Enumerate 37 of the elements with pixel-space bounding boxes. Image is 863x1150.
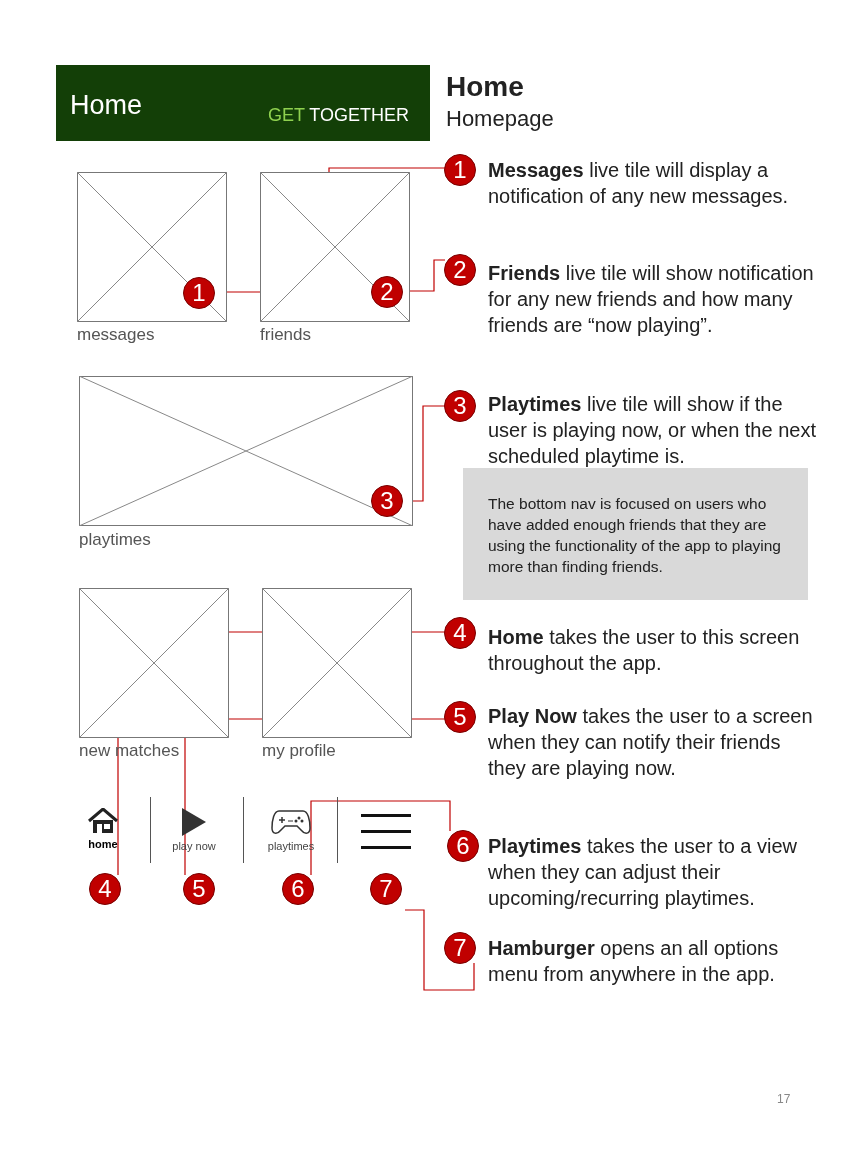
callout-marker: 4 xyxy=(89,873,121,905)
annotation-text: Playtimes live tile will show if the user is playing now, or when the next scheduled playtime is. xyxy=(488,392,817,469)
header-tagline: GET TOGETHER xyxy=(268,104,410,126)
header-title: Home xyxy=(70,89,143,121)
callout-marker: 3 xyxy=(444,390,476,422)
annotation-text: Playtimes takes the user to a view when they can adjust their upcoming/recurring playtimes. xyxy=(488,834,799,911)
menu-icon xyxy=(361,814,411,850)
home-icon xyxy=(88,808,118,834)
gamepad-icon xyxy=(271,808,311,836)
page-number: 17 xyxy=(777,1091,791,1108)
image-placeholder[interactable] xyxy=(79,376,413,526)
callout-marker: 5 xyxy=(183,873,215,905)
tile-label: my profile xyxy=(262,740,336,762)
annotation-text: Friends live tile will show notification for any new friends and how many friends are “now playing”. xyxy=(488,261,815,338)
annotation-text: Play Now takes the user to a screen when they can notify their friends they are playing now. xyxy=(488,704,814,781)
callout-marker: 5 xyxy=(444,701,476,733)
callout-marker: 6 xyxy=(447,830,479,862)
annotation-text: Hamburger opens an all options menu from anywhere in the app. xyxy=(488,936,780,987)
image-placeholder[interactable] xyxy=(79,588,229,738)
image-placeholder[interactable] xyxy=(260,172,410,322)
page-title: Home xyxy=(446,71,524,103)
play-icon xyxy=(181,808,207,836)
annotation-text: Home takes the user to this screen throughout the app. xyxy=(488,625,801,676)
callout-marker: 7 xyxy=(444,932,476,964)
image-placeholder[interactable] xyxy=(262,588,412,738)
callout-marker: 6 xyxy=(282,873,314,905)
annotation-text: Messages live tile will display a notification of any new messages. xyxy=(488,158,790,209)
note-box: The bottom nav is focused on users who have added enough friends that they are using the functionality of the app to playing more than finding friends. xyxy=(463,468,808,600)
tile-label: friends xyxy=(260,324,312,346)
page-subtitle: Homepage xyxy=(446,106,554,132)
callout-marker: 2 xyxy=(444,254,476,286)
image-placeholder[interactable] xyxy=(77,172,227,322)
callout-marker: 4 xyxy=(444,617,476,649)
tile-label: playtimes xyxy=(79,529,151,551)
callout-marker: 7 xyxy=(370,873,402,905)
tile-label: messages xyxy=(77,324,155,346)
callout-marker: 1 xyxy=(444,154,476,186)
